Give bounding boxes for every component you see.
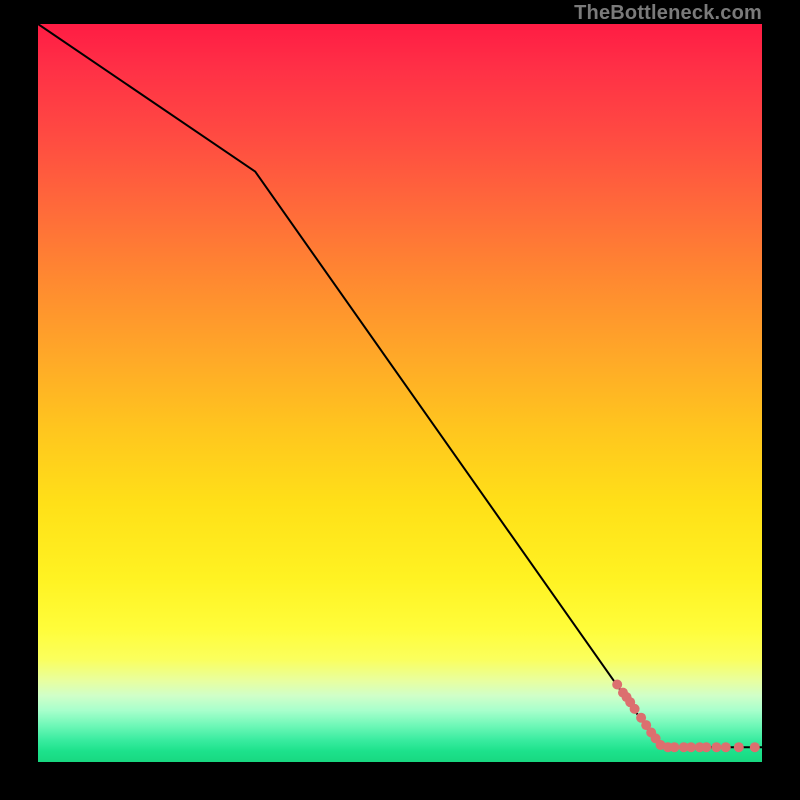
data-point	[663, 742, 673, 752]
data-point	[622, 692, 632, 702]
data-point	[669, 742, 679, 752]
plot-area	[38, 24, 762, 762]
data-point	[651, 733, 661, 743]
chart-svg	[38, 24, 762, 762]
data-point	[612, 680, 622, 690]
data-point	[641, 720, 651, 730]
data-point	[646, 728, 656, 738]
data-point	[721, 742, 731, 752]
data-point	[686, 742, 696, 752]
data-point	[711, 742, 721, 752]
data-point	[636, 713, 646, 723]
data-point	[695, 742, 705, 752]
curve-layer	[38, 24, 762, 747]
data-point	[630, 704, 640, 714]
data-point	[701, 742, 711, 752]
data-point	[734, 742, 744, 752]
data-point	[656, 740, 666, 750]
data-point	[618, 688, 628, 698]
bottleneck-curve	[38, 24, 762, 747]
points-layer	[612, 680, 760, 753]
data-point	[750, 742, 760, 752]
data-point	[625, 697, 635, 707]
chart-stage: TheBottleneck.com	[0, 0, 800, 800]
data-point	[679, 742, 689, 752]
watermark-text: TheBottleneck.com	[574, 2, 762, 25]
